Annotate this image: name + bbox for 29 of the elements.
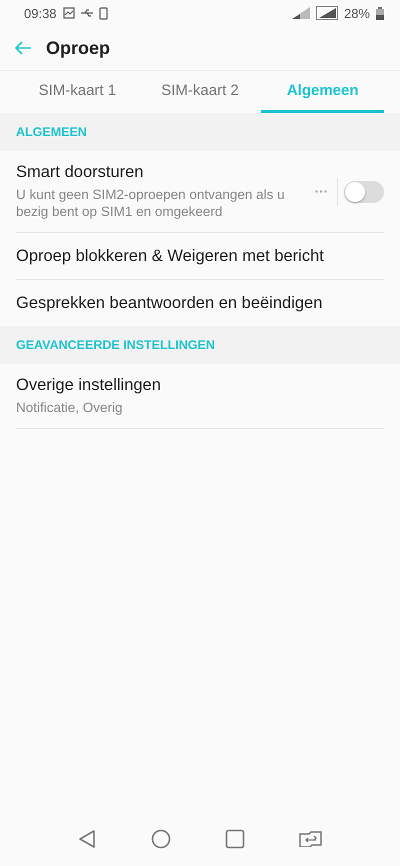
- signal-icon: [316, 6, 338, 20]
- clock: 09:38: [24, 6, 57, 20]
- battery-percent: 28%: [344, 6, 370, 20]
- battery-icon: [376, 6, 384, 20]
- settings-item[interactable]: Smart doorsturen U kunt geen SIM2-oproepen ontvangen als u bezig bent op SIM1 en omgekeerd: [16, 151, 384, 233]
- signal-icon: [292, 7, 310, 19]
- item-title: Overige instellingen: [16, 376, 162, 395]
- home-icon[interactable]: [151, 829, 171, 849]
- recents-icon[interactable]: [225, 829, 245, 849]
- page-title: Oproep: [46, 38, 110, 58]
- back-icon[interactable]: [77, 829, 97, 849]
- section-title: ALGEMEEN: [16, 125, 87, 139]
- item-title: Gesprekken beantwoorden en beëindigen: [16, 294, 324, 312]
- tab[interactable]: SIM-kaart 1: [16, 71, 139, 113]
- tab[interactable]: SIM-kaart 2: [138, 71, 262, 113]
- section-title: GEAVANCEERDE INSTELLINGEN: [16, 338, 215, 352]
- swap-icon[interactable]: [299, 831, 323, 847]
- usb-icon: [80, 8, 93, 18]
- image-icon: [62, 7, 75, 19]
- item-title: Oproep blokkeren & Weigeren met bericht: [16, 246, 325, 266]
- item-subtitle: U kunt geen SIM2-oproepen ontvangen als u bezig bent op SIM1 en omgekeerd: [16, 186, 286, 220]
- settings-item[interactable]: Gesprekken beantwoorden en beëindigen: [16, 280, 384, 326]
- item-subtitle: Notificatie, Overig: [16, 399, 124, 416]
- settings-item[interactable]: Overige instellingen Notificatie, Overig: [16, 364, 384, 429]
- toggle-switch[interactable]: [344, 180, 384, 202]
- phone-icon: [98, 6, 108, 20]
- more-icon[interactable]: [315, 190, 327, 193]
- settings-item[interactable]: Oproep blokkeren & Weigeren met bericht: [16, 233, 384, 280]
- item-title: Smart doorsturen: [16, 163, 144, 182]
